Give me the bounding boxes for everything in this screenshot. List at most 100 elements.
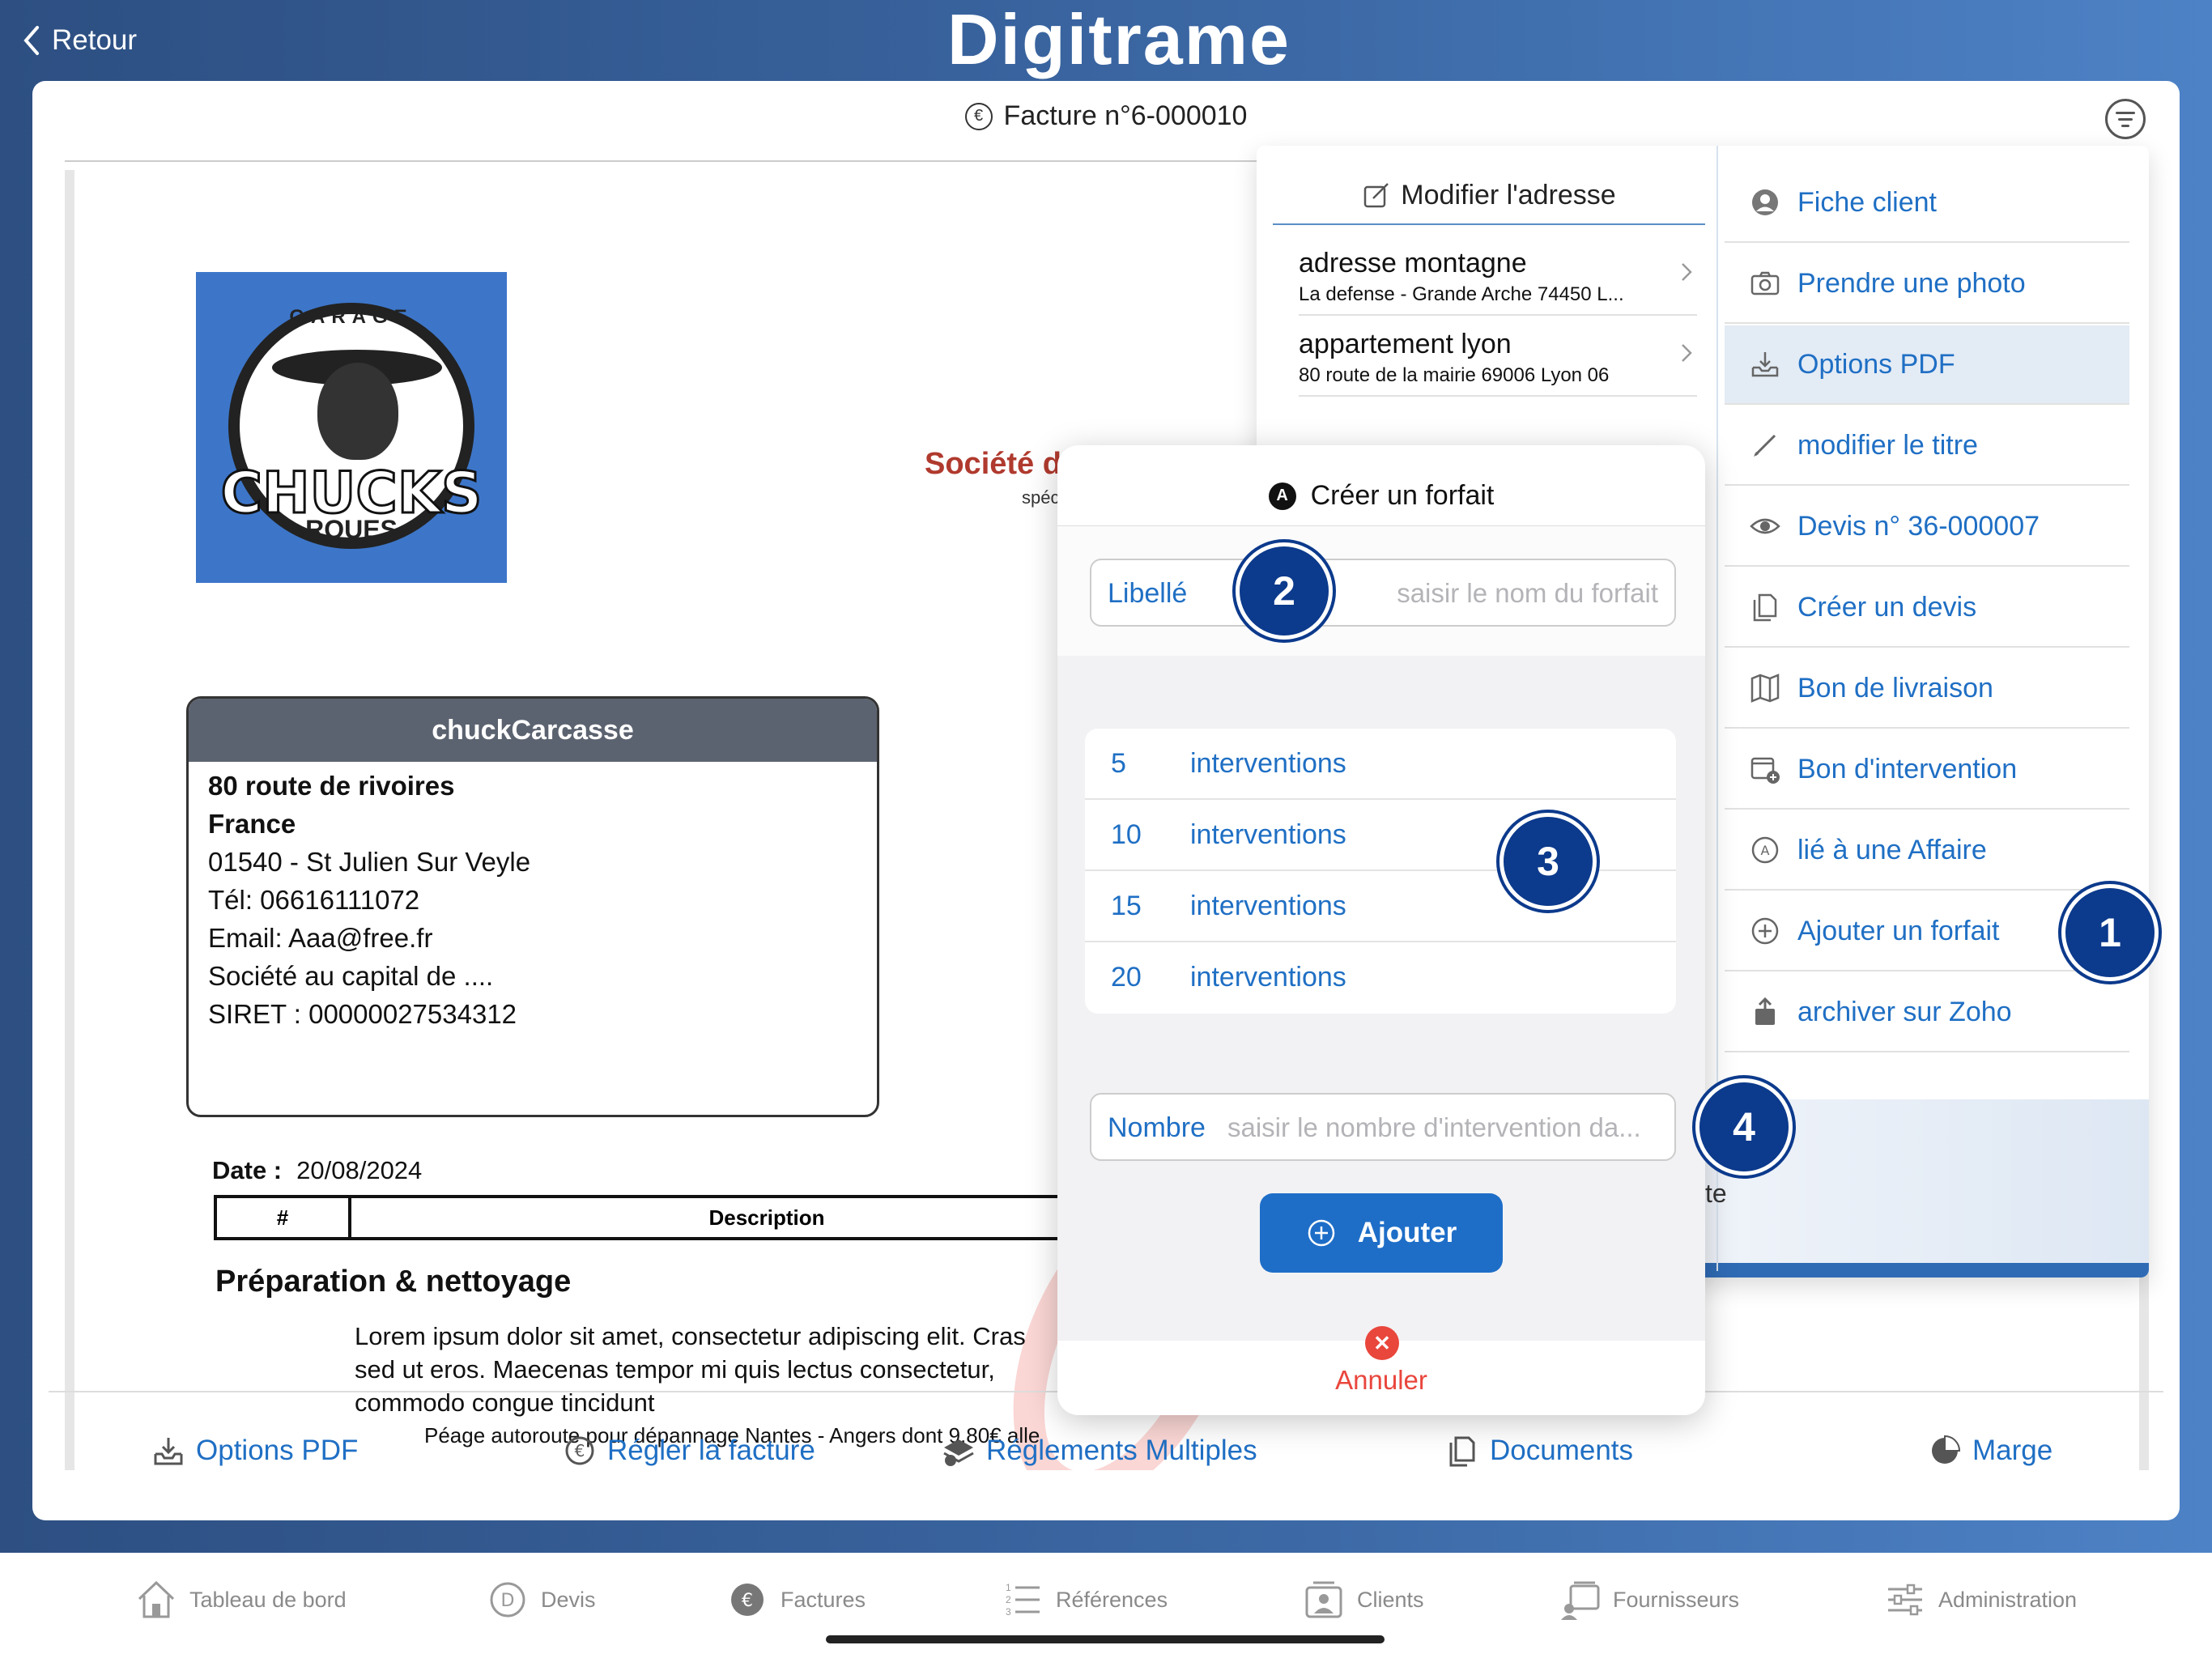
menu-item-label: Fiche client	[1797, 186, 1937, 218]
client-address: 80 route de rivoires	[208, 771, 455, 801]
step-badge: 4	[1695, 1078, 1793, 1175]
dialog-header: A Créer un forfait	[1057, 445, 1705, 526]
logo-top-text: GARAGE	[289, 306, 414, 328]
menu-item-label: Devis n° 36-000007	[1797, 510, 2040, 542]
logo-sub-text: ROUES	[305, 515, 398, 544]
client-name: chuckCarcasse	[189, 699, 877, 762]
tab-administration[interactable]: Administration	[1883, 1575, 2077, 1624]
client-capital: Société au capital de ....	[208, 961, 494, 991]
tab-factures[interactable]: € Factures	[725, 1575, 866, 1624]
document-title-text: Facture n°6-000010	[1003, 100, 1248, 131]
menu-item-prendre-photo[interactable]: Prendre une photo	[1725, 244, 2129, 324]
tab-label: Références	[1056, 1587, 1168, 1612]
client-card: chuckCarcasse 80 route de rivoires Franc…	[186, 696, 879, 1117]
menu-item-label: Bon d'intervention	[1797, 753, 2018, 784]
preset-label: interventions	[1190, 962, 1346, 993]
description-line: sed ut eros. Maecenas tempor mi quis lec…	[355, 1355, 995, 1384]
marge-button[interactable]: Marge	[1927, 1433, 2052, 1469]
description-line: Lorem ipsum dolor sit amet, consectetur …	[355, 1322, 1026, 1350]
back-button[interactable]: Retour	[21, 21, 137, 60]
eye-icon	[1750, 518, 1780, 534]
menu-item-label: modifier le titre	[1797, 429, 1978, 461]
address-subtitle: La defense - Grande Arche 74450 L...	[1299, 283, 1624, 305]
invoice-table-header: # Description	[214, 1195, 1185, 1240]
tab-label: Administration	[1938, 1587, 2078, 1612]
preset-item[interactable]: 20 interventions	[1085, 942, 1676, 1014]
client-email: Email: Aaa@free.fr	[208, 923, 433, 953]
client-siret: SIRET : 00000027534312	[208, 999, 517, 1029]
menu-item-affaire[interactable]: A lié à une Affaire	[1725, 811, 2129, 891]
menu-item-options-pdf[interactable]: Options PDF	[1725, 325, 2129, 405]
chevron-right-icon	[1682, 344, 1692, 362]
step-badge: 3	[1499, 813, 1597, 910]
preset-number: 5	[1111, 748, 1126, 779]
map-icon	[1750, 674, 1780, 703]
address-item[interactable]: adresse montagne La defense - Grande Arc…	[1299, 236, 1697, 316]
tray-download-icon	[1751, 352, 1779, 377]
documents-icon	[1449, 1436, 1475, 1467]
menu-item-label: Bon de livraison	[1797, 672, 1993, 704]
tab-label: Clients	[1357, 1587, 1424, 1612]
client-city: 01540 - St Julien Sur Veyle	[208, 847, 531, 877]
reglements-multiples-button[interactable]: Réglements Multiples	[941, 1433, 1257, 1469]
libelle-label: Libellé	[1108, 578, 1188, 609]
libelle-field[interactable]: Libellé saisir le nom du forfait	[1090, 559, 1676, 627]
house-icon	[138, 1580, 175, 1618]
address-title: adresse montagne	[1299, 248, 1527, 278]
preset-item[interactable]: 5 interventions	[1085, 729, 1676, 800]
menu-item-label: Créer un devis	[1797, 591, 1977, 623]
close-icon[interactable]: ✕	[1365, 1326, 1399, 1360]
pie-chart-icon	[1932, 1435, 1961, 1464]
documents-button[interactable]: Documents	[1444, 1433, 1633, 1469]
sliders-icon	[1888, 1584, 1922, 1616]
tab-tableau-de-bord[interactable]: Tableau de bord	[134, 1575, 347, 1624]
options-pdf-button[interactable]: Options PDF	[151, 1433, 358, 1469]
menu-item-label: Options PDF	[1797, 348, 1955, 380]
menu-item-label: Ajouter un forfait	[1797, 915, 2000, 946]
supplier-icon	[1561, 1581, 1600, 1620]
menu-item-creer-devis[interactable]: Créer un devis	[1725, 568, 2129, 648]
dialog-title: Créer un forfait	[1310, 480, 1495, 511]
back-label: Retour	[52, 24, 138, 56]
menu-item-fiche-client[interactable]: Fiche client	[1725, 164, 2129, 243]
tray-download-icon	[154, 1438, 183, 1465]
address-subtitle: 80 route de la mairie 69006 Lyon 06	[1299, 364, 1610, 386]
tab-clients[interactable]: Clients	[1302, 1575, 1424, 1624]
menu-item-label: Prendre une photo	[1797, 267, 2026, 299]
calendar-add-icon	[1750, 757, 1780, 784]
menu-item-modifier-titre[interactable]: modifier le titre	[1725, 406, 2129, 486]
tab-label: Factures	[781, 1587, 866, 1612]
regler-facture-button[interactable]: € Régler la facture	[562, 1433, 815, 1469]
preset-number: 10	[1111, 819, 1142, 850]
tab-references[interactable]: 123 Références	[1001, 1575, 1168, 1624]
action-label: Régler la facture	[607, 1435, 815, 1466]
menu-item-devis[interactable]: Devis n° 36-000007	[1725, 487, 2129, 567]
annuler-button[interactable]: Annuler	[1057, 1365, 1705, 1396]
svg-text:D: D	[501, 1591, 515, 1611]
address-item[interactable]: appartement lyon 80 route de la mairie 6…	[1299, 317, 1697, 397]
contact-card-icon	[1305, 1581, 1342, 1618]
document-title: € Facture n°6-000010	[32, 100, 2180, 132]
tab-devis[interactable]: D Devis	[486, 1575, 596, 1624]
ajouter-button[interactable]: Ajouter	[1260, 1193, 1503, 1273]
client-country: France	[208, 809, 296, 839]
plus-circle-icon	[1308, 1219, 1334, 1247]
company-logo: GARAGE CHUCKS ROUES	[196, 272, 507, 583]
nombre-placeholder: saisir le nombre d'intervention da...	[1227, 1112, 1641, 1142]
svg-text:A: A	[1761, 843, 1770, 858]
preset-number: 15	[1111, 891, 1142, 921]
menu-item-archiver-zoho[interactable]: archiver sur Zoho	[1725, 973, 2129, 1052]
menu-item-bon-intervention[interactable]: Bon d'intervention	[1725, 730, 2129, 810]
modify-address-button[interactable]: Modifier l'adresse	[1273, 167, 1705, 225]
euro-circle-icon: €	[964, 102, 993, 130]
action-label: Options PDF	[196, 1435, 359, 1466]
tab-label: Fournisseurs	[1613, 1587, 1740, 1612]
tab-fournisseurs[interactable]: Fournisseurs	[1558, 1575, 1739, 1624]
nombre-field[interactable]: Nombre saisir le nombre d'intervention d…	[1090, 1093, 1676, 1161]
documents-icon	[1753, 593, 1777, 622]
action-label: Réglements Multiples	[986, 1435, 1257, 1466]
brand-logo: Digitrame	[947, 0, 1291, 79]
menu-item-bon-livraison[interactable]: Bon de livraison	[1725, 649, 2129, 729]
share-icon	[1755, 997, 1775, 1025]
menu-button[interactable]	[2105, 99, 2146, 139]
